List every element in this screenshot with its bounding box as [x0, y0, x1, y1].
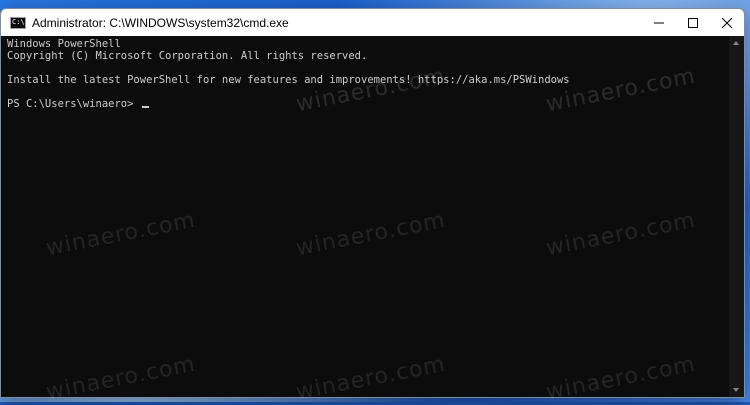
console-output[interactable]: Windows PowerShell Copyright (C) Microso…	[1, 36, 729, 397]
maximize-button[interactable]	[676, 9, 710, 36]
console-line: Install the latest PowerShell for new fe…	[7, 74, 570, 86]
title-bar[interactable]: C:\ Administrator: C:\WINDOWS\system32\c…	[1, 9, 744, 36]
prompt-line[interactable]: PS C:\Users\winaero>	[7, 98, 729, 110]
text-cursor	[141, 106, 149, 108]
window-controls	[642, 9, 744, 36]
prompt-text: PS C:\Users\winaero>	[7, 98, 140, 110]
scroll-down-icon[interactable]	[733, 388, 739, 392]
minimize-button[interactable]	[642, 9, 676, 36]
console-icon[interactable]: C:\	[10, 16, 26, 29]
console-line: Windows PowerShell	[7, 38, 121, 50]
window-title: Administrator: C:\WINDOWS\system32\cmd.e…	[32, 15, 289, 30]
vertical-scrollbar[interactable]	[729, 36, 744, 397]
scroll-up-icon[interactable]	[733, 41, 739, 45]
cmd-window: C:\ Administrator: C:\WINDOWS\system32\c…	[0, 8, 745, 398]
close-icon	[722, 17, 732, 28]
close-button[interactable]	[710, 9, 744, 36]
console-line: Copyright (C) Microsoft Corporation. All…	[7, 50, 368, 62]
maximize-icon	[688, 17, 698, 28]
minimize-icon	[654, 22, 664, 23]
